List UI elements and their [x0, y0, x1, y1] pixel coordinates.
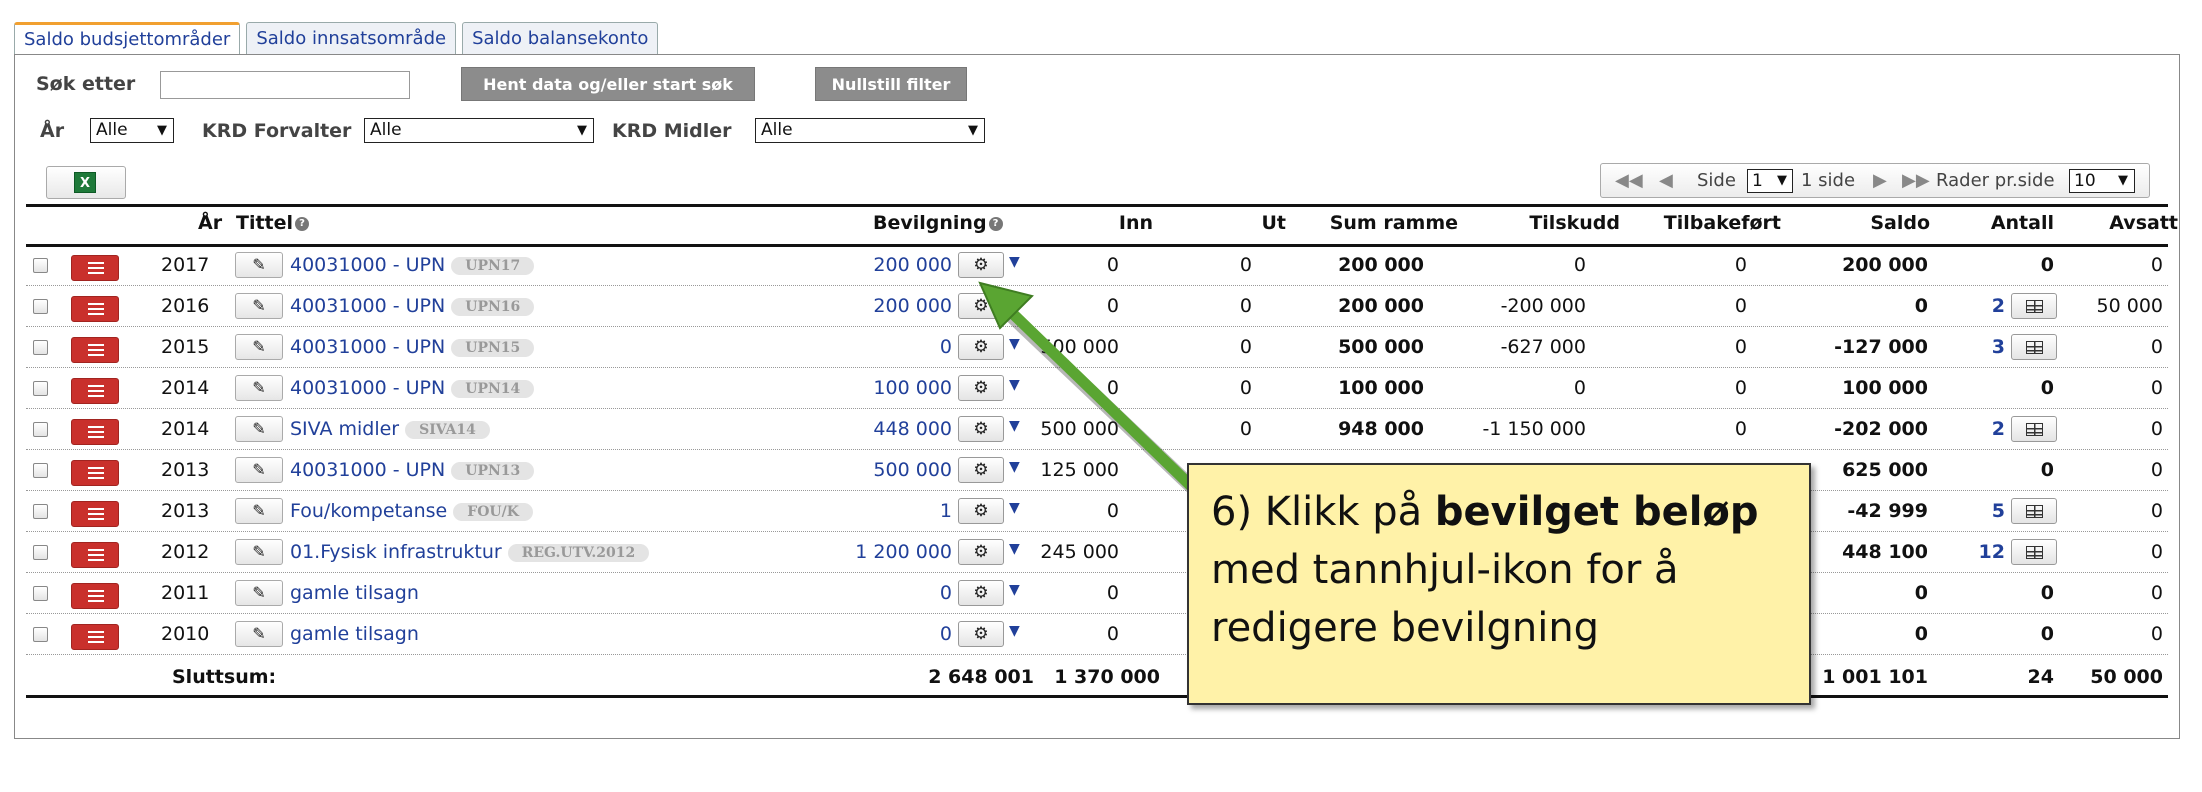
callout-rest: med tannhjul-ikon for å redigere bevilgn…	[1211, 547, 1679, 651]
annotation-arrow	[978, 281, 1202, 497]
callout-bold: bevilget beløp	[1434, 489, 1759, 535]
instruction-callout: 6) Klikk på bevilget beløp med tannhjul-…	[1187, 463, 1811, 705]
callout-prefix: 6) Klikk på	[1211, 489, 1435, 535]
